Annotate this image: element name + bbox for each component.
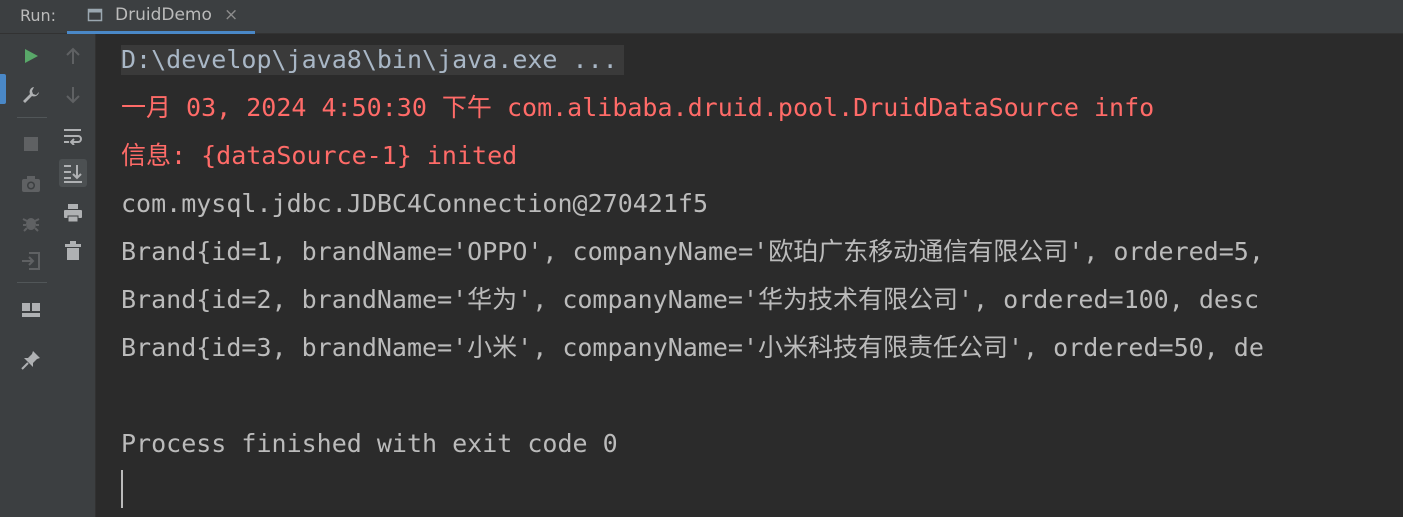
- arrow-down-icon[interactable]: [59, 81, 87, 109]
- text-caret: [121, 470, 123, 508]
- layout-icon[interactable]: [17, 296, 45, 324]
- tab-label: DruidDemo: [115, 5, 212, 25]
- console-line: Brand{id=3, brandName='小米', companyName=…: [121, 333, 1264, 362]
- soft-wrap-icon[interactable]: [59, 122, 87, 150]
- console-line-log-header: 一月 03, 2024 4:50:30 下午 com.alibaba.druid…: [121, 93, 1155, 122]
- run-toolbar-primary: [9, 34, 54, 517]
- close-icon[interactable]: ×: [224, 5, 238, 25]
- run-label: Run:: [20, 6, 57, 25]
- edge-highlight: [0, 74, 6, 104]
- pin-icon[interactable]: [17, 346, 45, 374]
- toolbar-separator: [17, 282, 47, 283]
- arrow-up-icon[interactable]: [59, 42, 87, 70]
- run-header: Run: DruidDemo ×: [0, 0, 1403, 34]
- stop-icon[interactable]: [17, 130, 45, 158]
- run-icon[interactable]: [17, 42, 45, 70]
- left-edge-strip: [0, 34, 9, 517]
- toolbar-separator: [17, 117, 47, 118]
- wrench-icon[interactable]: [17, 81, 45, 109]
- run-toolbar-secondary: [54, 34, 96, 517]
- console-output[interactable]: D:\develop\java8\bin\java.exe ... 一月 03,…: [96, 34, 1403, 517]
- console-line: Brand{id=1, brandName='OPPO', companyNam…: [121, 237, 1264, 266]
- exit-icon[interactable]: [17, 247, 45, 275]
- console-window-icon: [87, 8, 103, 22]
- debug-icon[interactable]: [17, 209, 45, 237]
- trash-icon[interactable]: [59, 237, 87, 265]
- console-line: Brand{id=2, brandName='华为', companyName=…: [121, 285, 1260, 314]
- run-tool-window: Run: DruidDemo × D:\develop\java8\bin\ja…: [0, 0, 1403, 517]
- tab-druid-demo[interactable]: DruidDemo ×: [67, 0, 255, 34]
- print-icon[interactable]: [59, 199, 87, 227]
- console-line: com.mysql.jdbc.JDBC4Connection@270421f5: [121, 189, 708, 218]
- camera-icon[interactable]: [17, 170, 45, 198]
- console-line-exit-status: Process finished with exit code 0: [121, 429, 618, 458]
- console-line-log-info: 信息: {dataSource-1} inited: [121, 141, 518, 170]
- scroll-to-end-icon[interactable]: [59, 159, 87, 187]
- console-command-line[interactable]: D:\develop\java8\bin\java.exe ...: [121, 45, 624, 75]
